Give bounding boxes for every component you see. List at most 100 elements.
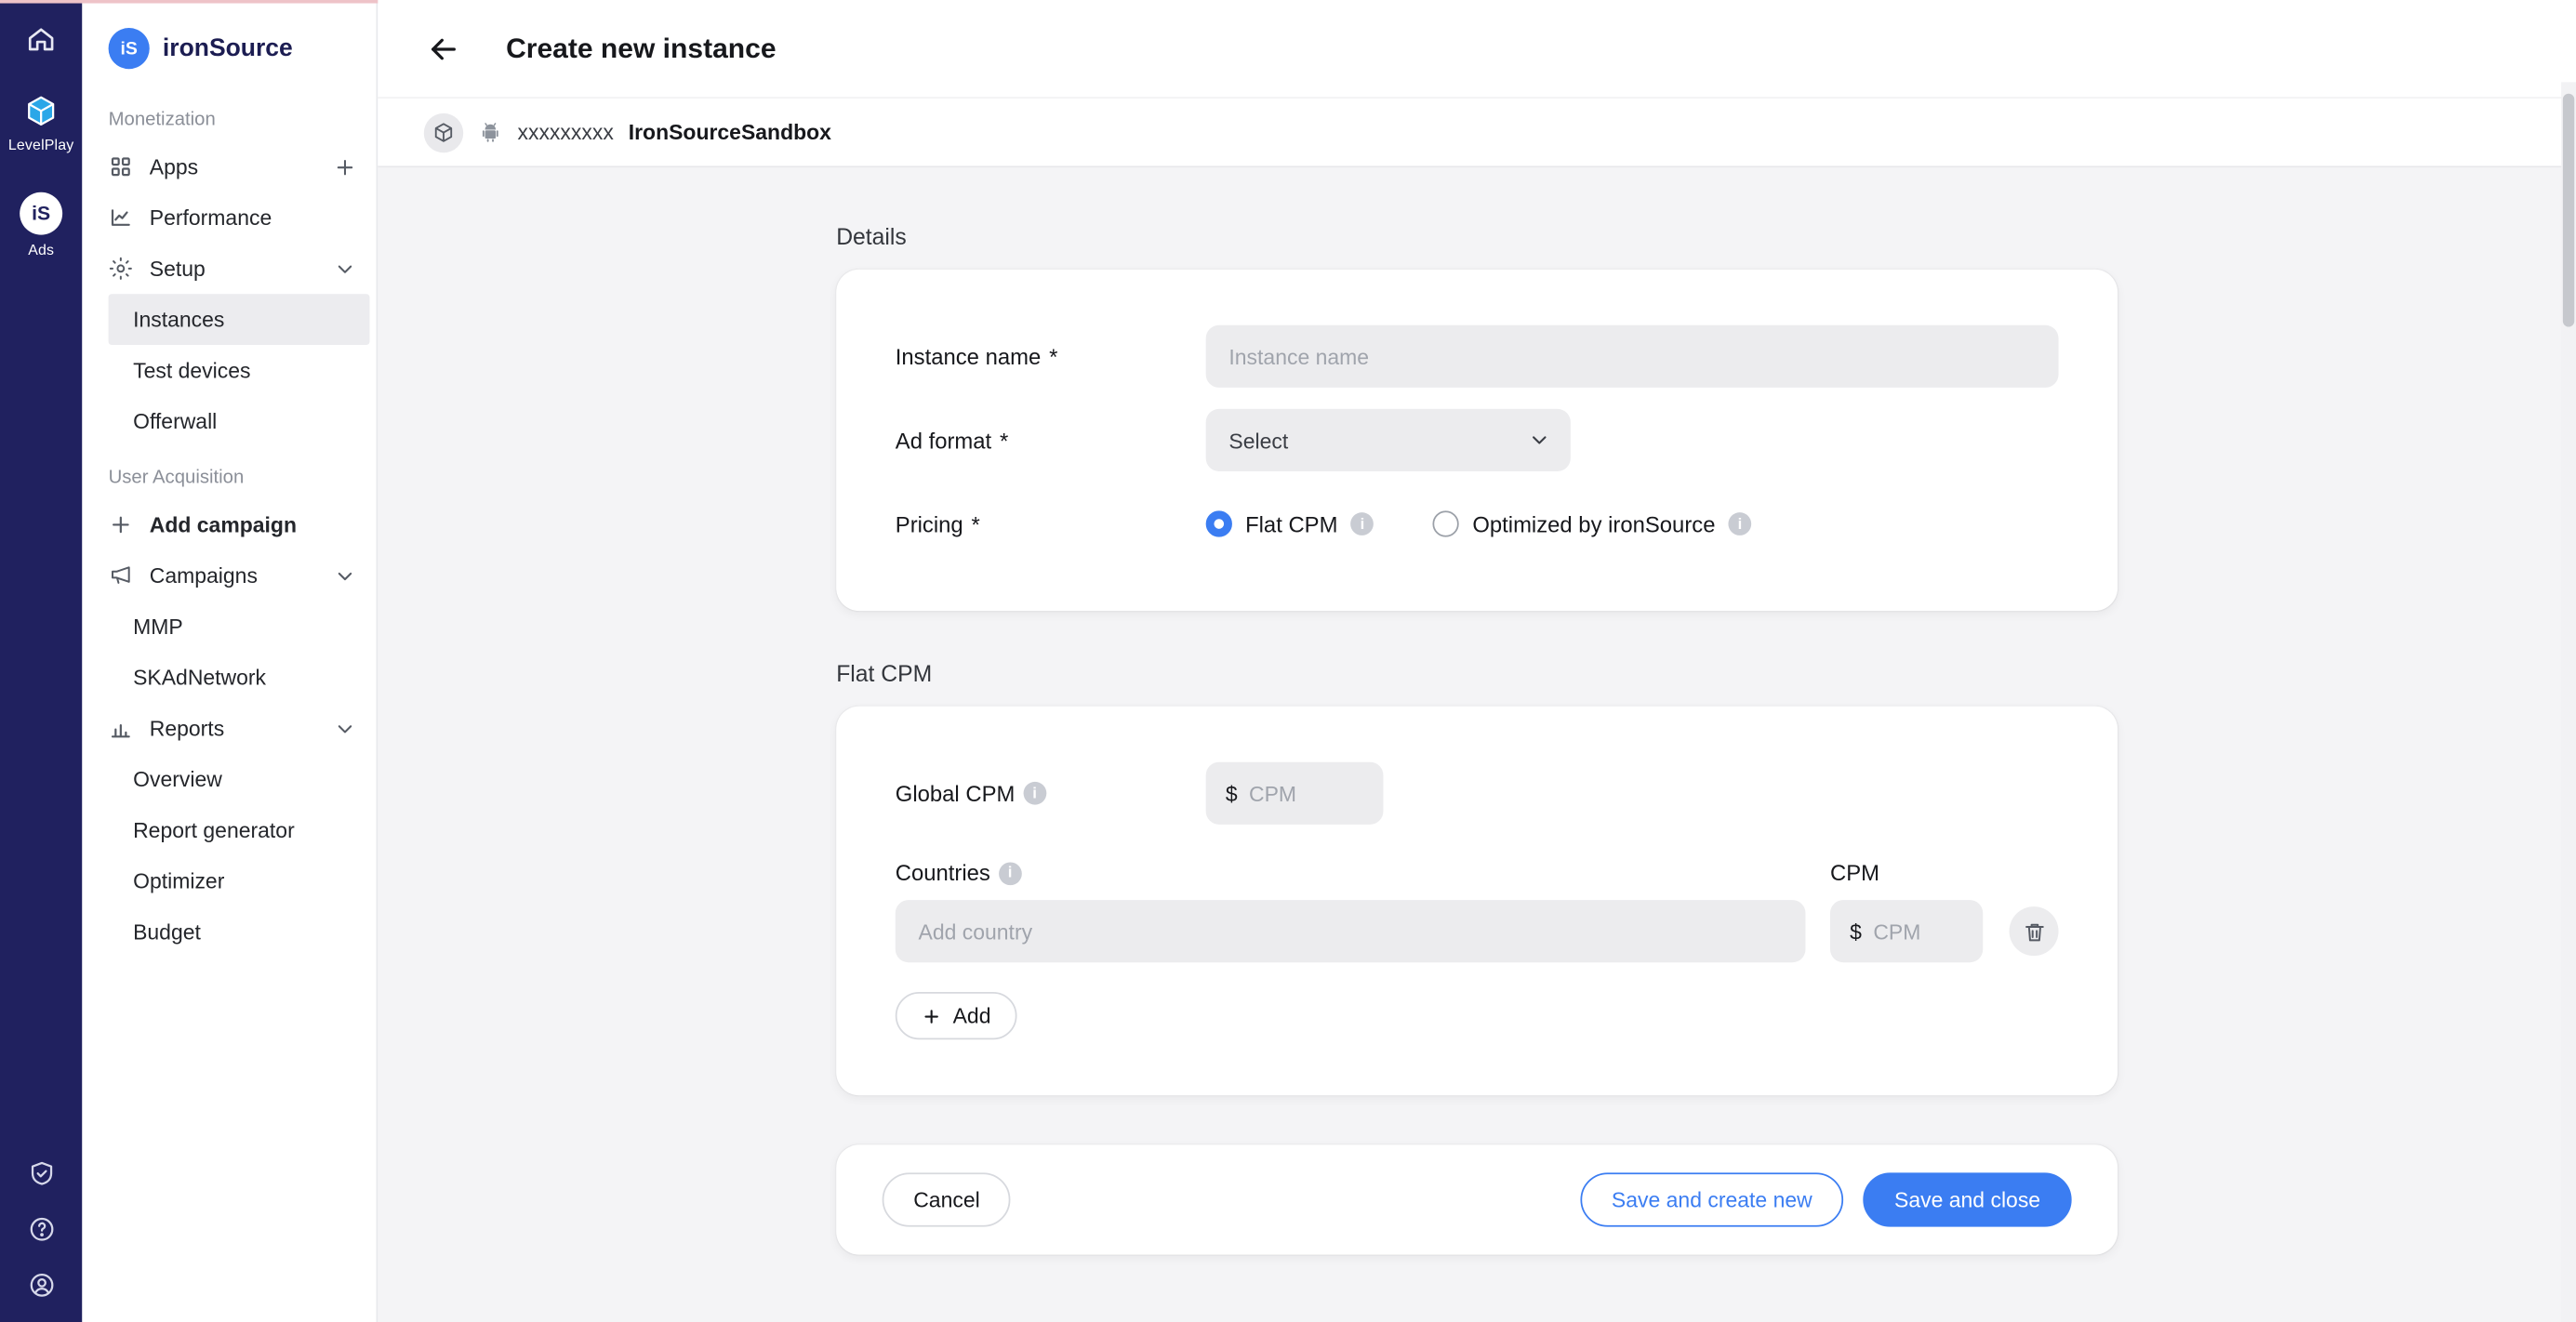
sidebar-item-reports[interactable]: Reports [82,703,376,754]
sidebar-item-mmp[interactable]: MMP [109,602,370,653]
details-card: Instance name* Ad format * Select [836,270,2118,611]
brand[interactable]: iS ironSource [82,23,376,89]
levelplay-cube-icon [23,94,60,130]
sidebar: iS ironSource Monetization Apps Performa… [82,0,378,1322]
sidebar-item-performance[interactable]: Performance [82,192,376,244]
section-label-user-acquisition: User Acquisition [82,447,376,500]
sidebar-item-label: Reports [150,716,224,740]
sidebar-item-campaigns[interactable]: Campaigns [82,550,376,602]
section-label-monetization: Monetization [82,88,376,141]
add-country-button[interactable]: Add [896,992,1017,1039]
sidebar-item-instances[interactable]: Instances [109,294,370,345]
global-cpm-field: $ [1206,762,1384,825]
info-icon[interactable] [999,862,1022,885]
radio-optimized[interactable]: Optimized by ironSource [1433,510,1751,536]
label-text: Global CPM [896,781,1016,805]
app-selector[interactable]: xxxxxxxxx IronSourceSandbox [378,99,2576,167]
info-icon[interactable] [1023,782,1046,805]
home-icon [26,24,56,54]
sidebar-item-test-devices[interactable]: Test devices [109,345,370,396]
instance-name-row: Instance name* [896,325,2059,388]
global-cpm-row: Global CPM $ [896,762,2059,825]
label-text: Ad format [896,428,991,452]
chevron-down-icon [334,564,357,588]
sidebar-item-apps[interactable]: Apps [82,141,376,192]
pricing-row: Pricing * Flat CPM Optimized by ironSourc… [896,493,2059,555]
sidebar-item-overview[interactable]: Overview [109,754,370,805]
radio-label: Optimized by ironSource [1472,511,1715,535]
sidebar-item-offerwall[interactable]: Offerwall [109,396,370,447]
ad-format-select[interactable]: Select [1206,409,1571,471]
radio-flat-cpm[interactable]: Flat CPM [1206,510,1374,536]
app-id: xxxxxxxxx [517,120,613,144]
select-value: Select [1228,428,1288,452]
instance-name-label: Instance name* [896,344,1206,368]
pricing-label: Pricing * [896,511,1206,535]
scrollbar-thumb[interactable] [2563,94,2574,327]
sidebar-item-label: Setup [150,257,206,281]
android-icon [478,120,502,144]
country-cpm-field: $ [1830,900,1983,962]
rail-home[interactable] [26,24,56,54]
back-arrow-icon [426,31,462,67]
scrollbar-track[interactable] [2561,82,2576,1322]
sidebar-item-setup[interactable]: Setup [82,243,376,294]
radio-unselected-icon [1433,510,1459,536]
performance-chart-icon [109,205,133,230]
actions-right: Save and create new Save and close [1580,1172,2071,1226]
product-rail: LevelPlay iS Ads [0,0,82,1322]
back-button[interactable] [424,29,463,68]
rail-levelplay[interactable]: LevelPlay [8,94,74,153]
info-icon[interactable] [1729,512,1752,535]
ad-format-row: Ad format * Select [896,409,2059,471]
country-table-head: Countries CPM [896,861,2059,885]
is-logo-icon: iS [20,192,62,235]
save-and-create-new-button[interactable]: Save and create new [1580,1172,1843,1226]
top-accent-line [0,0,378,4]
add-app-icon[interactable] [334,155,357,178]
rail-ads[interactable]: iS Ads [20,192,62,258]
currency-symbol: $ [1226,781,1238,805]
details-heading: Details [836,223,2118,249]
content-scroll[interactable]: Details Instance name* Ad format* Se [378,167,2576,1322]
trash-icon [2022,919,2046,943]
country-row: $ [896,900,2059,962]
cube-icon [432,121,456,144]
info-icon[interactable] [1351,512,1374,535]
sidebar-item-report-generator[interactable]: Report generator [109,805,370,856]
rail-levelplay-label: LevelPlay [8,137,74,153]
sidebar-item-add-campaign[interactable]: Add campaign [82,499,376,550]
currency-symbol: $ [1850,919,1862,943]
label-text: Countries [896,861,990,885]
app-name: IronSourceSandbox [629,120,831,144]
radio-selected-icon [1206,510,1232,536]
label-text: Pricing [896,511,963,535]
sidebar-item-label: Add campaign [150,512,297,536]
plus-icon [922,1006,941,1025]
cancel-button[interactable]: Cancel [883,1172,1012,1226]
delete-row-button[interactable] [2010,906,2059,956]
shield-icon[interactable] [27,1159,55,1187]
flat-cpm-heading: Flat CPM [836,660,2118,686]
country-cpm-input[interactable] [1873,919,1966,943]
sidebar-item-label: Campaigns [150,563,258,588]
radio-label: Flat CPM [1245,511,1337,535]
required-mark: * [972,511,980,535]
global-cpm-label: Global CPM [896,781,1206,805]
global-cpm-input[interactable] [1249,781,1367,805]
save-and-close-button[interactable]: Save and close [1863,1172,2071,1226]
app-chip [424,112,463,152]
help-icon[interactable] [27,1215,55,1243]
sidebar-item-skadnetwork[interactable]: SKAdNetwork [109,652,370,703]
page-header: Create new instance [378,0,2576,99]
required-mark: * [1000,428,1008,452]
instance-name-input[interactable] [1206,325,2059,388]
sidebar-item-budget[interactable]: Budget [109,906,370,958]
ad-format-label: Ad format * [896,428,1206,452]
sidebar-item-optimizer[interactable]: Optimizer [109,855,370,906]
add-country-input[interactable] [896,900,1806,962]
profile-icon[interactable] [27,1271,55,1299]
chevron-down-icon [334,717,357,740]
app-root: LevelPlay iS Ads iS ironSource Monetizat… [0,0,2576,1322]
plus-icon [109,512,133,536]
